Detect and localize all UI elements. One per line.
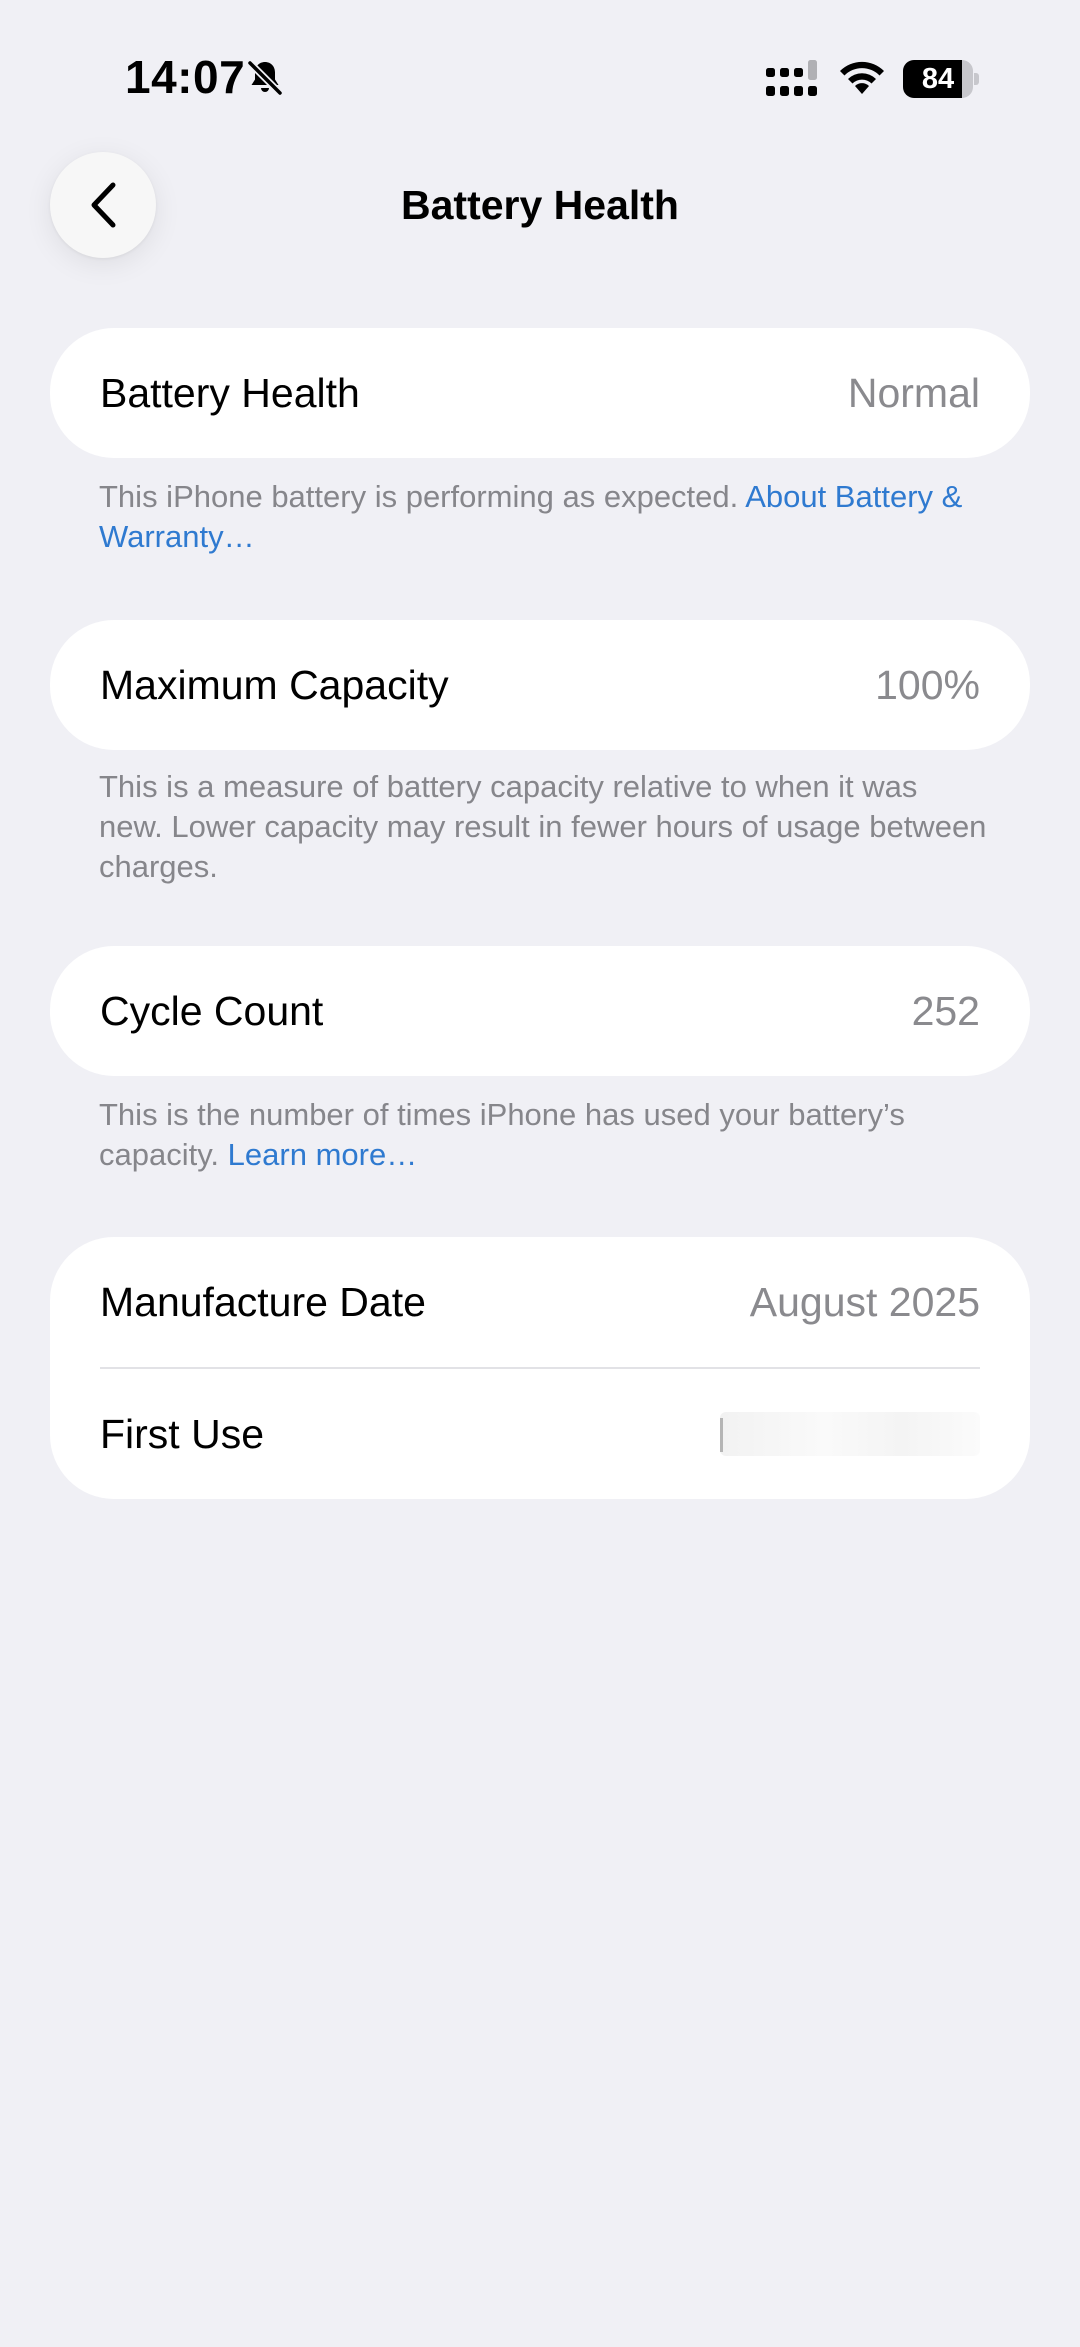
cycle-count-card: Cycle Count 252 — [50, 946, 1030, 1076]
battery-health-value: Normal — [847, 369, 980, 416]
manufacture-date-value: August 2025 — [749, 1278, 980, 1325]
maximum-capacity-label: Maximum Capacity — [100, 661, 449, 708]
maximum-capacity-footnote: This is a measure of battery capacity re… — [99, 769, 987, 884]
wifi-icon — [840, 61, 884, 94]
cycle-count-label: Cycle Count — [100, 987, 324, 1034]
battery-health-footnote: This iPhone battery is performing as exp… — [99, 477, 989, 557]
status-time: 14:07 — [125, 51, 246, 103]
cellular-signal-icon — [766, 60, 817, 96]
learn-more-link[interactable]: Learn more… — [228, 1137, 418, 1172]
cycle-count-footnote-text: This is the number of times iPhone has u… — [99, 1097, 905, 1172]
first-use-row: First Use — [50, 1369, 1030, 1499]
manufacture-date-label: Manufacture Date — [100, 1278, 426, 1325]
battery-percentage: 84 — [921, 63, 955, 95]
maximum-capacity-card: Maximum Capacity 100% — [50, 620, 1030, 750]
cycle-count-value: 252 — [911, 987, 980, 1034]
battery-health-footnote-text: This iPhone battery is performing as exp… — [99, 479, 739, 514]
status-bar: 14:07 84 — [0, 0, 1080, 150]
battery-dates-card: Manufacture Date August 2025 First Use — [50, 1237, 1030, 1499]
bell-slash-icon — [247, 60, 283, 96]
battery-icon: 84 — [903, 60, 979, 98]
first-use-value-redacted — [720, 1412, 980, 1456]
maximum-capacity-row: Maximum Capacity 100% — [50, 620, 1030, 750]
manufacture-date-row: Manufacture Date August 2025 — [50, 1237, 1030, 1367]
first-use-label: First Use — [100, 1410, 264, 1457]
cycle-count-row: Cycle Count 252 — [50, 946, 1030, 1076]
battery-health-card: Battery Health Normal — [50, 328, 1030, 458]
page-title: Battery Health — [401, 182, 679, 228]
battery-health-row: Battery Health Normal — [50, 328, 1030, 458]
cycle-count-footnote: This is the number of times iPhone has u… — [99, 1095, 989, 1175]
maximum-capacity-value: 100% — [875, 661, 980, 708]
battery-health-label: Battery Health — [100, 369, 360, 416]
